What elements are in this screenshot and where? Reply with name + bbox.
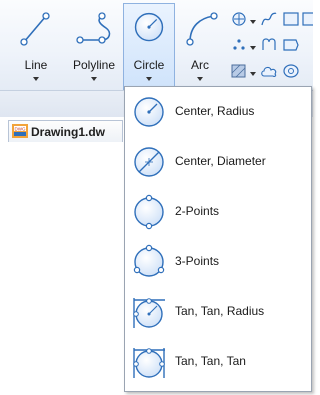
chevron-down-icon xyxy=(91,77,97,81)
three-points-icon xyxy=(133,244,165,277)
center-diameter-icon xyxy=(134,147,164,177)
menu-item-label: Center, Radius xyxy=(175,104,255,118)
menu-item-label: 3-Points xyxy=(175,254,220,268)
menu-item-tan-tan-tan[interactable]: Tan, Tan, Tan xyxy=(125,338,311,386)
hatch-icon[interactable] xyxy=(230,62,248,80)
line-icon xyxy=(20,12,50,46)
spline-icon[interactable] xyxy=(260,10,278,28)
menu-item-label: Tan, Tan, Tan xyxy=(175,354,246,368)
arc-tool-button[interactable]: Arc xyxy=(180,4,220,91)
tan-tan-tan-icon xyxy=(133,348,165,378)
arc-icon xyxy=(186,12,218,46)
menu-item-label: Tan, Tan, Radius xyxy=(175,304,265,318)
circle-tool-button[interactable]: Circle xyxy=(123,3,175,90)
rectangle-extra-icon[interactable] xyxy=(302,10,316,28)
menu-item-label: Center, Diameter xyxy=(175,154,266,168)
line-tool-button[interactable]: Line xyxy=(14,4,58,91)
document-tab-label: Drawing1.dw xyxy=(31,125,106,139)
region-icon[interactable] xyxy=(282,36,300,54)
chevron-down-icon[interactable] xyxy=(250,66,256,76)
menu-item-tan-tan-radius[interactable]: Tan, Tan, Radius xyxy=(125,288,311,336)
circle-tool-label: Circle xyxy=(133,58,165,72)
menu-item-three-points[interactable]: 3-Points xyxy=(125,238,311,286)
circle-dropdown-menu: Center, Radius Center, Diameter 2-Points… xyxy=(124,86,312,392)
svg-text:DWG: DWG xyxy=(15,126,26,131)
menu-item-two-points[interactable]: 2-Points xyxy=(125,188,311,236)
line-tool-label: Line xyxy=(24,58,48,72)
chevron-down-icon[interactable] xyxy=(250,40,256,50)
center-radius-icon xyxy=(134,97,164,127)
chevron-down-icon xyxy=(33,77,39,81)
polyline-tool-button[interactable]: Polyline xyxy=(66,4,122,91)
circle-icon xyxy=(134,12,164,42)
rectangle-icon[interactable] xyxy=(282,10,300,28)
cloud-icon[interactable] xyxy=(260,62,278,80)
polyline-icon xyxy=(76,12,111,44)
move-icon[interactable] xyxy=(230,10,248,28)
menu-item-center-radius[interactable]: Center, Radius xyxy=(125,88,311,136)
two-points-icon xyxy=(134,194,164,230)
menu-item-center-diameter[interactable]: Center, Diameter xyxy=(125,138,311,186)
chevron-down-icon[interactable] xyxy=(250,14,256,24)
ellipse-icon[interactable] xyxy=(282,62,300,80)
chevron-down-icon xyxy=(197,77,203,81)
polyline-tool-label: Polyline xyxy=(72,58,116,72)
points-icon[interactable] xyxy=(230,36,248,54)
arc-tool-label: Arc xyxy=(191,58,209,72)
dwg-file-icon: DWG xyxy=(12,124,28,138)
revision-cloud-icon[interactable] xyxy=(260,36,278,54)
menu-item-label: 2-Points xyxy=(175,204,220,218)
document-tab[interactable]: DWG Drawing1.dw xyxy=(8,120,123,142)
chevron-down-icon xyxy=(146,77,152,81)
tan-tan-radius-icon xyxy=(133,298,165,328)
